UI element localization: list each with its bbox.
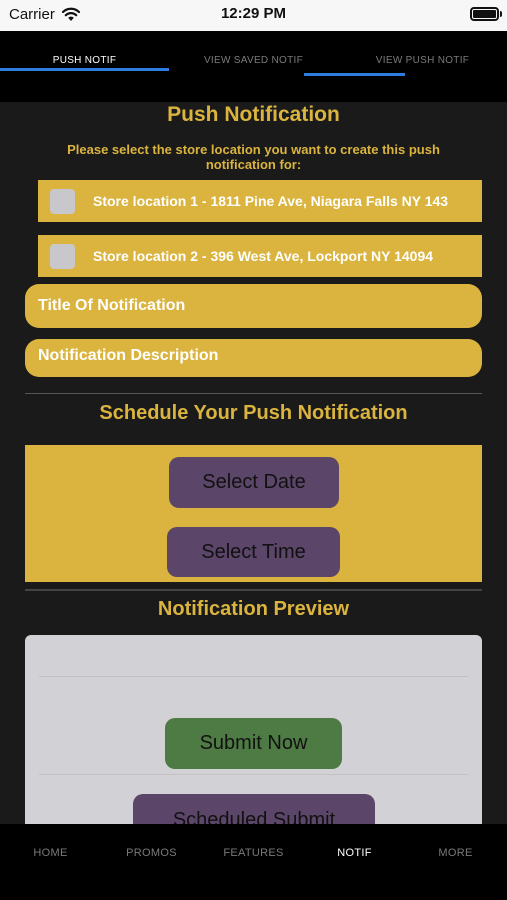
select-date-button[interactable]: Select Date (169, 457, 339, 508)
select-time-button[interactable]: Select Time (167, 527, 340, 577)
schedule-panel: Select Date Select Time (25, 445, 482, 582)
battery-icon (470, 7, 499, 21)
store-option-label: Store location 1 - 1811 Pine Ave, Niagar… (93, 193, 449, 209)
notification-title-field[interactable]: Title Of Notification (25, 284, 482, 328)
notification-preview-panel: Submit Now Scheduled Submit (25, 635, 482, 835)
schedule-heading: Schedule Your Push Notification (99, 402, 408, 424)
nav-item-more[interactable]: MORE (405, 847, 506, 859)
active-tab-indicator (0, 68, 169, 71)
top-tab-bar: PUSH NOTIF VIEW SAVED NOTIF VIEW PUSH NO… (0, 31, 507, 102)
store-option-label: Store location 2 - 396 West Ave, Lockpor… (93, 248, 434, 264)
nav-item-home[interactable]: HOME (0, 847, 101, 859)
page-title: Push Notification (167, 103, 340, 126)
store-option-1[interactable]: Store location 1 - 1811 Pine Ave, Niagar… (38, 180, 482, 222)
nav-item-notif[interactable]: NOTIF (304, 847, 405, 859)
active-nav-indicator (304, 73, 405, 76)
nav-item-promos[interactable]: PROMOS (101, 847, 202, 859)
submit-now-button[interactable]: Submit Now (165, 718, 342, 769)
tab-view-push-notif[interactable]: VIEW PUSH NOTIF (338, 55, 507, 66)
divider (25, 589, 482, 591)
tab-view-saved-notif[interactable]: VIEW SAVED NOTIF (169, 55, 338, 66)
store-option-2[interactable]: Store location 2 - 396 West Ave, Lockpor… (38, 235, 482, 277)
preview-separator (39, 676, 468, 677)
preview-heading: Notification Preview (157, 598, 350, 620)
divider (25, 393, 482, 394)
checkbox[interactable] (50, 189, 75, 214)
tab-push-notif[interactable]: PUSH NOTIF (0, 55, 169, 66)
notification-description-field[interactable]: Notification Description (25, 339, 482, 377)
status-time: 12:29 PM (220, 5, 287, 22)
checkbox[interactable] (50, 244, 75, 269)
bottom-nav-bar: HOME PROMOS FEATURES NOTIF MORE (0, 824, 507, 900)
store-instructions: Please select the store location you wan… (67, 142, 440, 172)
nav-item-features[interactable]: FEATURES (203, 847, 304, 859)
preview-separator (39, 774, 468, 775)
